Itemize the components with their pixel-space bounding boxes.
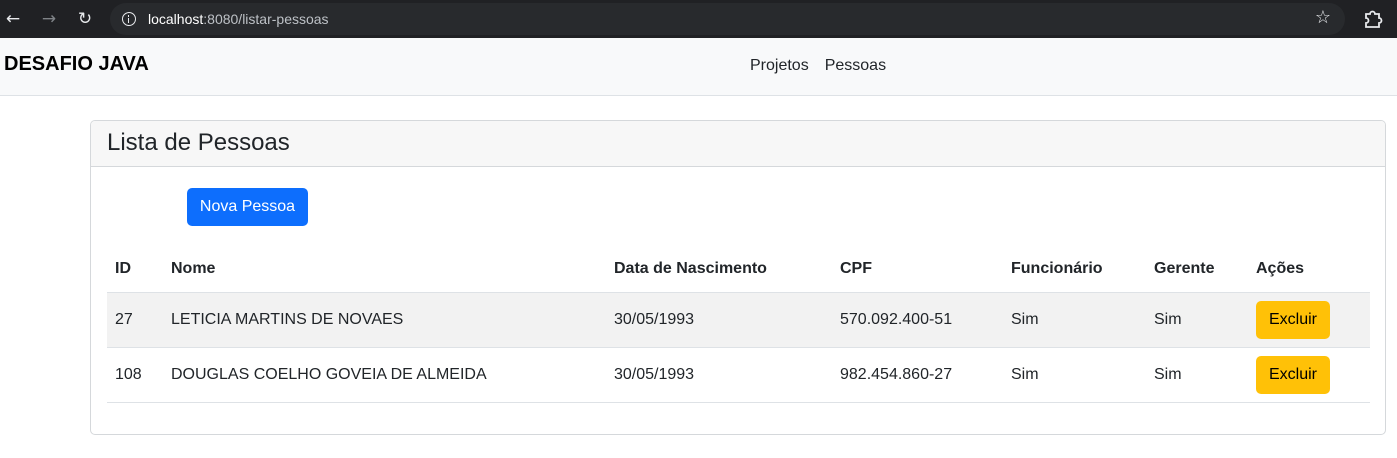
table-row: 27 LETICIA MARTINS DE NOVAES 30/05/1993 …	[107, 292, 1370, 348]
cell-funcionario: Sim	[1003, 292, 1146, 348]
cell-acoes: Excluir	[1248, 347, 1370, 403]
cell-cpf: 570.092.400-51	[832, 292, 1003, 348]
url-text[interactable]: localhost:8080/listar-pessoas	[148, 3, 329, 35]
header-data-nascimento: Data de Nascimento	[606, 247, 832, 293]
bookmark-star-icon[interactable]: ☆	[1310, 5, 1336, 31]
navbar: DESAFIO JAVA Projetos Pessoas	[0, 38, 1397, 96]
nav-link-pessoas[interactable]: Pessoas	[825, 57, 886, 75]
excluir-button[interactable]: Excluir	[1256, 300, 1330, 339]
cell-acoes: Excluir	[1248, 292, 1370, 348]
pessoas-table: ID Nome Data de Nascimento CPF Funcionár…	[107, 247, 1370, 403]
nav-links: Projetos Pessoas	[750, 57, 886, 75]
site-info-icon[interactable]	[122, 12, 136, 26]
page-title: Lista de Pessoas	[107, 129, 290, 156]
cell-gerente: Sim	[1146, 347, 1248, 403]
card-header: Lista de Pessoas	[91, 121, 1385, 167]
nova-pessoa-button[interactable]: Nova Pessoa	[187, 188, 308, 226]
header-id: ID	[107, 247, 163, 293]
cell-data-nascimento: 30/05/1993	[606, 292, 832, 348]
reload-icon[interactable]: ↻	[72, 6, 98, 32]
forward-arrow-icon[interactable]: →	[36, 6, 62, 32]
header-cpf: CPF	[832, 247, 1003, 293]
extensions-puzzle-icon[interactable]	[1360, 5, 1386, 31]
cell-id: 108	[107, 347, 163, 403]
brand-title[interactable]: DESAFIO JAVA	[4, 53, 149, 76]
pessoas-card: Lista de Pessoas Nova Pessoa ID Nome Dat…	[90, 120, 1386, 435]
cell-data-nascimento: 30/05/1993	[606, 347, 832, 403]
nav-link-projetos[interactable]: Projetos	[750, 57, 809, 75]
cell-nome: DOUGLAS COELHO GOVEIA DE ALMEIDA	[163, 347, 606, 403]
cell-id: 27	[107, 292, 163, 348]
url-host: localhost	[148, 11, 204, 27]
header-gerente: Gerente	[1146, 247, 1248, 293]
url-path: :8080/listar-pessoas	[203, 11, 329, 27]
back-arrow-icon[interactable]: ←	[0, 6, 26, 32]
header-funcionario: Funcionário	[1003, 247, 1146, 293]
table-row: 108 DOUGLAS COELHO GOVEIA DE ALMEIDA 30/…	[107, 347, 1370, 403]
cell-gerente: Sim	[1146, 292, 1248, 348]
address-bar[interactable]: localhost:8080/listar-pessoas	[110, 3, 1345, 35]
browser-toolbar: ← → ↻ localhost:8080/listar-pessoas ☆	[0, 0, 1397, 38]
cell-cpf: 982.454.860-27	[832, 347, 1003, 403]
header-acoes: Ações	[1248, 247, 1370, 293]
cell-funcionario: Sim	[1003, 347, 1146, 403]
header-nome: Nome	[163, 247, 606, 293]
excluir-button[interactable]: Excluir	[1256, 355, 1330, 394]
table-header-row: ID Nome Data de Nascimento CPF Funcionár…	[107, 247, 1370, 293]
cell-nome: LETICIA MARTINS DE NOVAES	[163, 292, 606, 348]
